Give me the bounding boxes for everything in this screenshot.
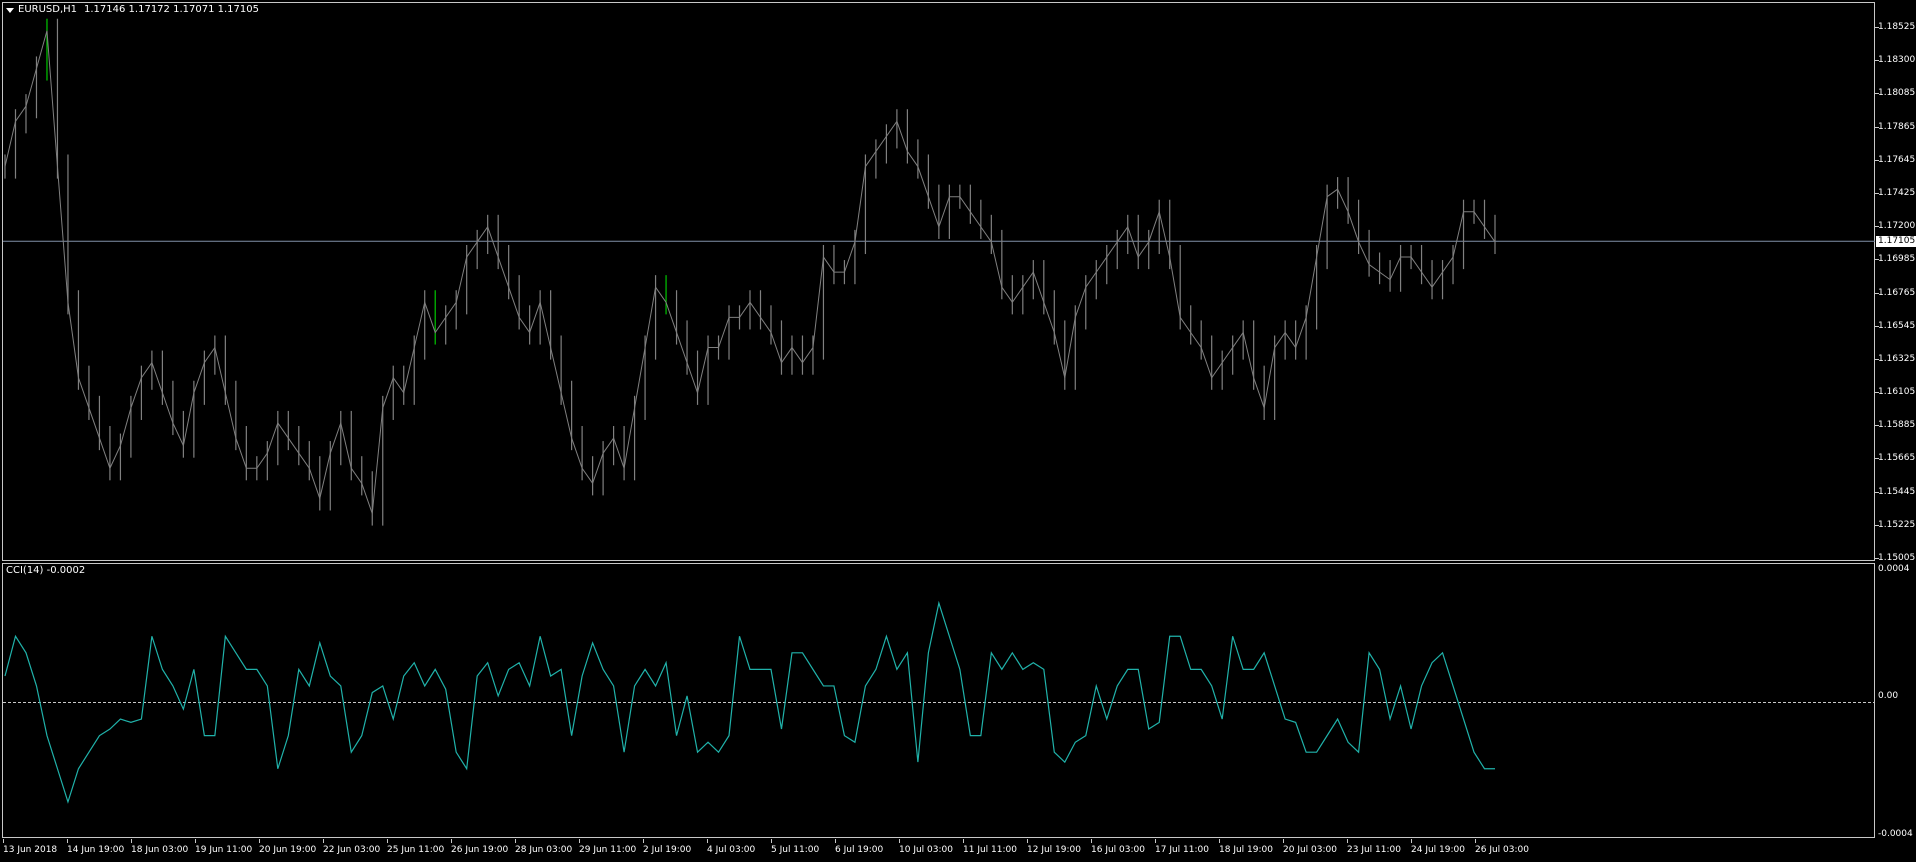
price-axis-label: 1.18300 (1878, 55, 1916, 66)
time-axis-label: 26 Jun 19:00 (451, 845, 509, 855)
time-axis-label: 25 Jun 11:00 (387, 845, 445, 855)
time-axis-label: 20 Jul 03:00 (1283, 845, 1337, 855)
time-axis-tick (323, 839, 324, 843)
time-axis-tick (1475, 839, 1476, 843)
time-axis-tick (899, 839, 900, 843)
time-axis-tick (1347, 839, 1348, 843)
time-axis-label: 29 Jun 11:00 (579, 845, 637, 855)
price-axis-label: 1.15885 (1878, 420, 1916, 431)
time-axis-tick (579, 839, 580, 843)
price-axis-tick (1875, 259, 1879, 261)
time-axis-label: 22 Jun 03:00 (323, 845, 381, 855)
price-axis-label: 1.16765 (1878, 287, 1916, 298)
price-axis-tick (1875, 192, 1879, 194)
price-axis-label: 1.17865 (1878, 121, 1916, 132)
indicator-scale-top: 0.0004 (1878, 564, 1910, 574)
time-axis-label: 16 Jul 03:00 (1091, 845, 1145, 855)
price-axis-tick (1875, 27, 1879, 28)
price-axis-label: 1.16325 (1878, 353, 1916, 364)
time-axis-label: 24 Jul 19:00 (1411, 845, 1465, 855)
time-axis-label: 20 Jun 19:00 (259, 845, 317, 855)
price-axis-label: 1.15445 (1878, 486, 1916, 497)
time-axis-label: 5 Jul 11:00 (771, 845, 820, 855)
time-axis-label: 12 Jul 19:00 (1027, 845, 1081, 855)
time-axis-label: 28 Jun 03:00 (515, 845, 573, 855)
time-axis-tick (515, 839, 516, 843)
time-axis-label: 18 Jun 03:00 (131, 845, 189, 855)
time-axis-tick (1091, 839, 1092, 843)
time-axis-label: 10 Jul 03:00 (899, 845, 953, 855)
indicator-scale-zero: 0.00 (1878, 691, 1899, 701)
time-axis-tick (3, 839, 4, 843)
time-axis-tick (1155, 839, 1156, 843)
price-axis-label: 1.17200 (1878, 221, 1916, 232)
price-axis-tick (1875, 392, 1879, 394)
time-axis-tick (707, 839, 708, 843)
time-axis-label: 23 Jul 11:00 (1347, 845, 1401, 855)
price-axis-label: 1.16105 (1878, 387, 1916, 398)
time-axis-tick (1027, 839, 1028, 843)
price-axis-label: 1.15225 (1878, 519, 1916, 530)
price-axis-label: 1.17645 (1878, 154, 1916, 165)
time-axis-tick (1219, 839, 1220, 843)
price-axis-label: 1.17425 (1878, 187, 1916, 198)
price-axis-tick (1875, 93, 1879, 95)
time-axis-label: 13 Jun 2018 (3, 845, 58, 855)
time-axis-tick (643, 839, 644, 843)
time-axis-label: 18 Jul 19:00 (1219, 845, 1273, 855)
price-axis-tick (1875, 358, 1879, 360)
time-axis-tick (387, 839, 388, 843)
price-axis-tick (1875, 292, 1879, 294)
time-axis-label: 17 Jul 11:00 (1155, 845, 1209, 855)
time-axis-label: 6 Jul 19:00 (835, 845, 884, 855)
price-axis-label: 1.15665 (1878, 453, 1916, 464)
time-axis-tick (451, 839, 452, 843)
last-price-tag: 1.17105 (1876, 236, 1916, 248)
time-axis-label: 4 Jul 03:00 (707, 845, 756, 855)
chart-canvas (3, 18, 1875, 804)
time-axis-tick (259, 839, 260, 843)
price-axis-tick (1875, 159, 1879, 161)
time-axis-tick (1283, 839, 1284, 843)
time-axis-tick (195, 839, 196, 843)
price-axis-tick (1875, 491, 1879, 493)
price-axis-tick (1875, 60, 1879, 62)
price-axis-label: 1.18525 (1878, 22, 1916, 32)
price-axis-tick (1875, 524, 1879, 526)
time-axis-label: 14 Jun 19:00 (67, 845, 125, 855)
price-series-line (4, 30, 1496, 514)
time-axis-label: 26 Jul 03:00 (1475, 845, 1529, 855)
time-axis-label: 19 Jun 11:00 (195, 845, 253, 855)
time-axis-tick (131, 839, 132, 843)
time-axis-label: 11 Jul 11:00 (963, 845, 1017, 855)
price-axis-tick (1875, 425, 1879, 427)
indicator-scale-bottom: -0.0004 (1878, 829, 1913, 839)
price-axis-tick (1875, 126, 1879, 128)
price-axis-label: 1.15005 (1878, 553, 1916, 563)
time-axis-tick (771, 839, 772, 843)
price-axis-tick (1875, 458, 1879, 460)
time-axis-tick (67, 839, 68, 843)
time-axis-tick (1411, 839, 1412, 843)
time-axis-tick (835, 839, 836, 843)
time-axis-label: 2 Jul 19:00 (643, 845, 692, 855)
price-axis-tick (1875, 226, 1879, 228)
price-axis-label: 1.16545 (1878, 320, 1916, 331)
price-axis-label: 1.16985 (1878, 254, 1916, 265)
price-axis-tick (1875, 325, 1879, 327)
price-axis-tick (1875, 558, 1879, 559)
price-axis-label: 1.18085 (1878, 88, 1916, 99)
time-axis-tick (963, 839, 964, 843)
